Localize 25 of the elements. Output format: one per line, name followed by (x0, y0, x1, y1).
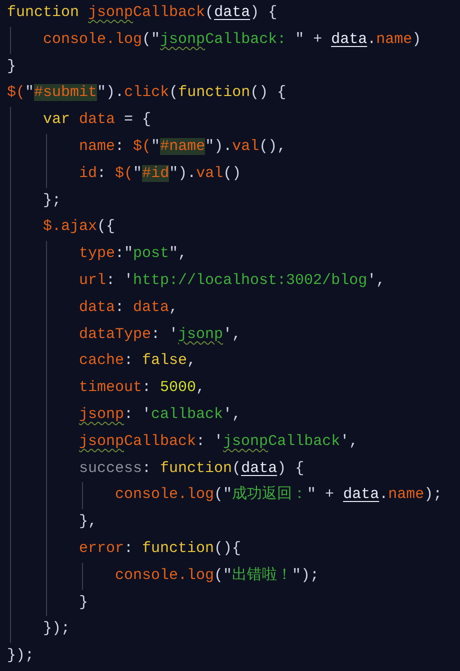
code-line: cache: false, (79, 351, 196, 372)
code-line: $("#submit").click(function() { (7, 83, 286, 104)
code-line: } (7, 56, 16, 77)
code-line: } (79, 592, 88, 613)
code-line: success: function(data) { (79, 458, 304, 479)
code-line: console.log("出错啦！"); (115, 566, 320, 586)
code-line: var data = { (43, 110, 152, 130)
code-line: timeout: 5000, (79, 378, 206, 398)
code-line: type:"post", (79, 244, 188, 264)
code-line: url: 'http://localhost:3002/blog', (79, 270, 386, 291)
code-line: jsonpCallback: 'jsonpCallback', (79, 432, 358, 452)
code-line: console.log("jsonpCallback: " + data.name) (43, 30, 422, 50)
code-line: }); (7, 646, 34, 666)
code-line: name: $("#name").val(), (79, 136, 286, 157)
code-line: console.log("成功返回：" + data.name); (115, 484, 442, 506)
code-line: }, (79, 512, 98, 532)
code-line: function jsonpCallback(data) { (7, 3, 278, 23)
code-line: }; (43, 190, 62, 211)
code-line: $.ajax({ (43, 217, 116, 238)
code-line: }); (43, 619, 70, 640)
code-line: dataType: 'jsonp', (79, 324, 242, 345)
code-line: data: data, (79, 298, 178, 318)
code-line: id: $("#id").val() (79, 164, 242, 184)
code-line: jsonp: 'callback', (79, 404, 242, 425)
code-line: error: function(){ (79, 538, 242, 559)
